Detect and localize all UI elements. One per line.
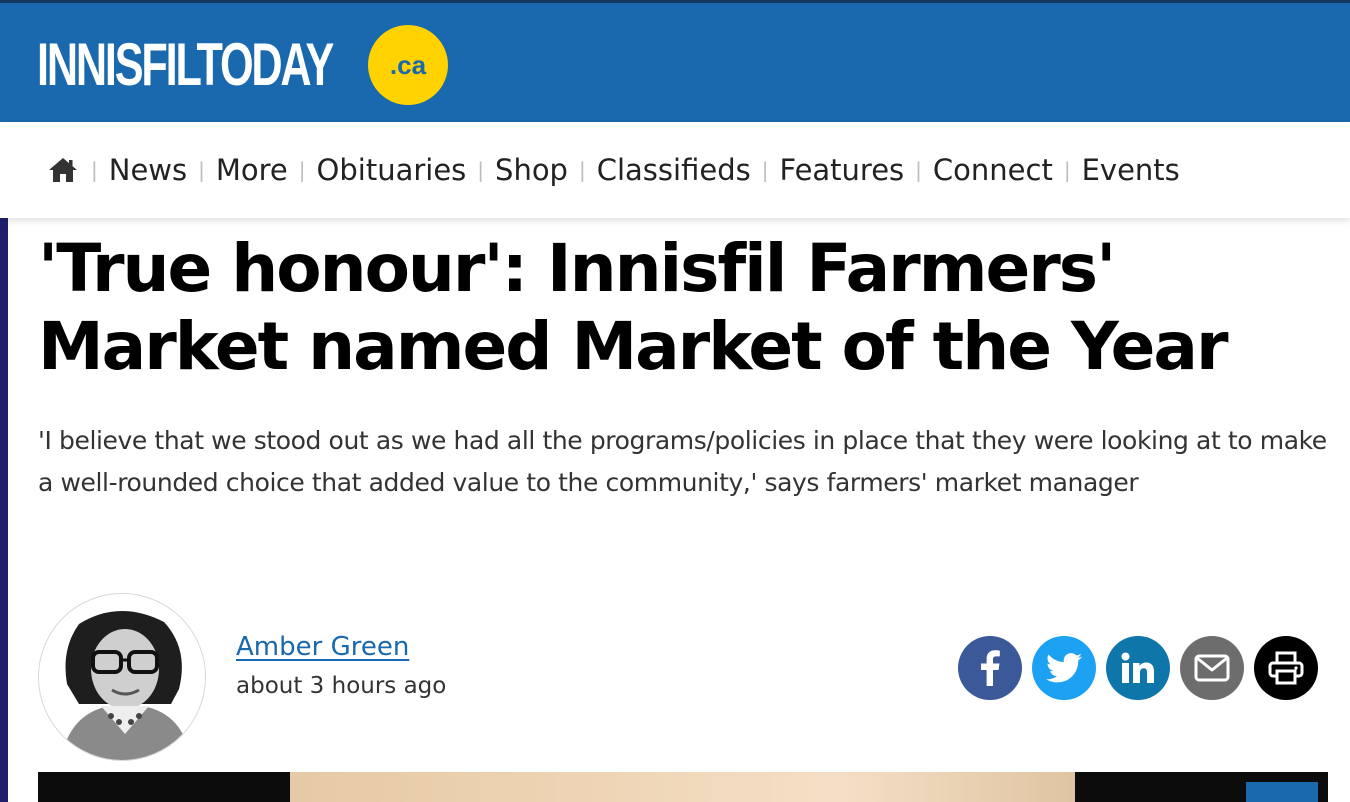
- nav-item-connect[interactable]: Connect: [933, 153, 1053, 187]
- nav-item-shop[interactable]: Shop: [495, 153, 568, 187]
- nav-item-more[interactable]: More: [216, 153, 288, 187]
- nav-item-classifieds[interactable]: Classifieds: [597, 153, 751, 187]
- nav-divider: |: [91, 158, 98, 182]
- nav-item-events[interactable]: Events: [1082, 153, 1180, 187]
- left-accent-bar: [0, 218, 8, 802]
- author-avatar[interactable]: [38, 593, 206, 761]
- publish-timestamp: about 3 hours ago: [236, 673, 447, 699]
- logo-badge: .ca: [368, 25, 448, 105]
- nav-item-news[interactable]: News: [109, 153, 187, 187]
- print-icon: [1268, 651, 1304, 685]
- email-icon: [1194, 654, 1230, 682]
- nav-divider: |: [915, 158, 922, 182]
- nav-divider: |: [298, 158, 306, 182]
- nav-divider: |: [578, 158, 586, 182]
- nav-divider: |: [1063, 158, 1071, 182]
- hero-photo: [290, 772, 1075, 802]
- nav-divider: |: [761, 158, 769, 182]
- linkedin-share-button[interactable]: [1106, 636, 1170, 700]
- facebook-icon: [979, 650, 1001, 686]
- article-headline: 'True honour': Innisfil Farmers' Market …: [38, 230, 1229, 385]
- nav-item-features[interactable]: Features: [779, 153, 904, 187]
- main-nav: | News | More | Obituaries | Shop | Clas…: [0, 122, 1350, 218]
- email-share-button[interactable]: [1180, 636, 1244, 700]
- home-icon[interactable]: [48, 155, 80, 185]
- site-header: INNISFILTODAY .ca: [0, 0, 1350, 122]
- hero-media-badge: [1246, 782, 1318, 802]
- nav-item-obituaries[interactable]: Obituaries: [317, 153, 467, 187]
- twitter-share-button[interactable]: [1032, 636, 1096, 700]
- nav-list: | News | More | Obituaries | Shop | Clas…: [48, 122, 1180, 218]
- author-name-link[interactable]: Amber Green: [236, 632, 409, 662]
- print-button[interactable]: [1254, 636, 1318, 700]
- nav-divider: |: [477, 158, 485, 182]
- facebook-share-button[interactable]: [958, 636, 1022, 700]
- twitter-icon: [1046, 653, 1082, 683]
- article-subheading: 'I believe that we stood out as we had a…: [38, 426, 1327, 497]
- logo-wordmark: INNISFILTODAY: [37, 31, 334, 98]
- site-logo[interactable]: INNISFILTODAY .ca: [37, 25, 448, 105]
- linkedin-icon: [1121, 652, 1155, 684]
- article-hero-image[interactable]: [38, 772, 1328, 802]
- nav-divider: |: [198, 158, 205, 182]
